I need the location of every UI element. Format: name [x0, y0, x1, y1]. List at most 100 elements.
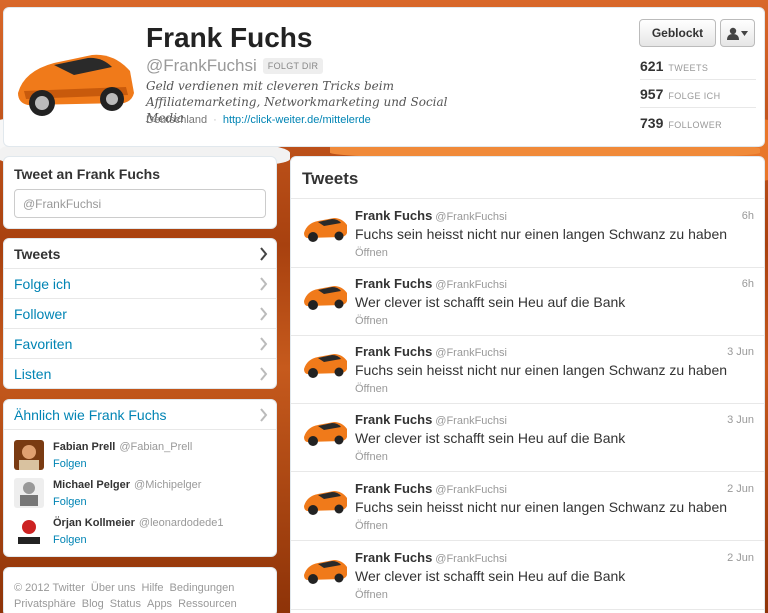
tweet-open-link[interactable]: Öffnen: [355, 451, 388, 463]
tweet-to-box: Tweet an Frank Fuchs: [3, 156, 277, 229]
tweet-avatar[interactable]: [302, 213, 348, 245]
footer-link-blog[interactable]: Blog: [82, 598, 104, 610]
tweet-item[interactable]: Frank Fuchs @FrankFuchsi 3 Jun Wer clever…: [291, 403, 764, 472]
footer: © 2012 Twitter Über uns Hilfe Bedingunge…: [3, 567, 277, 613]
tweet-item[interactable]: Frank Fuchs @FrankFuchsi 2 Jun Fuchs sein…: [291, 472, 764, 541]
similar-user-handle: @Michipelger: [134, 479, 202, 491]
nav-item-label: Favoriten: [14, 335, 73, 352]
profile-location: Deutschland: [146, 114, 208, 126]
tweet-timestamp[interactable]: 2 Jun: [727, 552, 754, 564]
tweet-avatar[interactable]: [302, 349, 348, 381]
similar-user-name: Fabian Prell: [53, 441, 116, 453]
footer-link-terms[interactable]: Bedingungen: [170, 582, 235, 594]
follows-you-badge: FOLGT DIR: [262, 58, 324, 74]
tweet-open-link[interactable]: Öffnen: [355, 520, 388, 532]
follow-link[interactable]: Folgen: [53, 534, 87, 546]
tweet-author-handle: @FrankFuchsi: [435, 347, 507, 359]
stat-tweets[interactable]: 621 TWEETS: [640, 52, 756, 80]
tweet-author-row: Frank Fuchs @FrankFuchsi: [355, 481, 507, 496]
tweet-timestamp[interactable]: 6h: [742, 210, 754, 222]
stat-value: 957: [640, 86, 664, 102]
divider: [640, 107, 756, 108]
tweet-avatar[interactable]: [302, 555, 348, 587]
tweet-open-link[interactable]: Öffnen: [355, 247, 388, 259]
tweet-text: Fuchs sein heisst nicht nur einen langen…: [355, 362, 728, 378]
nav-item-label: Listen: [14, 366, 52, 382]
nav-item-following[interactable]: Folge ich: [4, 269, 276, 299]
similar-user-name: Örjan Kollmeier: [53, 517, 135, 529]
tweet-text: Fuchs sein heisst nicht nur einen langen…: [355, 499, 728, 515]
tweet-author-handle: @FrankFuchsi: [435, 553, 507, 565]
footer-link-privacy[interactable]: Privatsphäre: [14, 598, 76, 610]
tweet-author-row: Frank Fuchs @FrankFuchsi: [355, 276, 507, 291]
tweet-author-name[interactable]: Frank Fuchs: [355, 481, 432, 496]
tweet-item[interactable]: Frank Fuchs @FrankFuchsi 2 Jun Wer clever…: [291, 541, 764, 610]
tweet-timestamp[interactable]: 3 Jun: [727, 346, 754, 358]
chevron-right-icon: [260, 277, 268, 291]
tweet-avatar[interactable]: [302, 281, 348, 313]
stat-followers[interactable]: 739 FOLLOWER: [640, 109, 756, 137]
similar-users-title[interactable]: Ähnlich wie Frank Fuchs: [4, 400, 276, 430]
tweet-item[interactable]: Frank Fuchs @FrankFuchsi 6h Wer clever is…: [291, 267, 764, 336]
footer-link-help[interactable]: Hilfe: [142, 582, 164, 594]
tweet-author-name[interactable]: Frank Fuchs: [355, 412, 432, 427]
tweet-author-name[interactable]: Frank Fuchs: [355, 550, 432, 565]
tweets-stream: Tweets Frank Fuchs @FrankFuchsi 6h Fuchs …: [290, 156, 765, 613]
tweet-open-link[interactable]: Öffnen: [355, 383, 388, 395]
similar-user-name-row[interactable]: Michael Pelger @Michipelger: [53, 479, 201, 491]
user-avatar[interactable]: [14, 478, 44, 508]
tweet-item[interactable]: Frank Fuchs @FrankFuchsi 6h Fuchs sein he…: [291, 199, 764, 268]
profile-avatar[interactable]: [14, 41, 136, 123]
similar-user: Örjan Kollmeier @leonardodede1 Folgen: [14, 516, 274, 550]
nav-item-label: Folge ich: [14, 275, 71, 292]
tweet-author-name[interactable]: Frank Fuchs: [355, 208, 432, 223]
footer-link-about[interactable]: Über uns: [91, 582, 136, 594]
nav-item-label: Follower: [14, 305, 67, 322]
footer-links-row: Privatsphäre Blog Status Apps Ressourcen: [14, 598, 237, 610]
footer-link-resources[interactable]: Ressourcen: [178, 598, 237, 610]
user-avatar[interactable]: [14, 440, 44, 470]
tweet-avatar[interactable]: [302, 417, 348, 449]
similar-user-handle: @Fabian_Prell: [119, 441, 193, 453]
similar-user-name-row[interactable]: Fabian Prell @Fabian_Prell: [53, 441, 192, 453]
stat-following[interactable]: 957 FOLGE ICH: [640, 80, 756, 108]
similar-user: Michael Pelger @Michipelger Folgen: [14, 478, 274, 512]
tweet-text: Wer clever ist schafft sein Heu auf die …: [355, 294, 626, 310]
tweet-avatar[interactable]: [302, 486, 348, 518]
tweet-author-name[interactable]: Frank Fuchs: [355, 344, 432, 359]
tweet-timestamp[interactable]: 3 Jun: [727, 414, 754, 426]
similar-user: Fabian Prell @Fabian_Prell Folgen: [14, 440, 274, 474]
tweet-text: Wer clever ist schafft sein Heu auf die …: [355, 430, 626, 446]
stat-label: FOLLOWER: [668, 120, 723, 130]
profile-handle-row: @FrankFuchsi FOLGT DIR: [146, 56, 324, 76]
separator: ·: [213, 114, 217, 126]
tweet-author-handle: @FrankFuchsi: [435, 279, 507, 291]
follow-link[interactable]: Folgen: [53, 496, 87, 508]
tweet-author-row: Frank Fuchs @FrankFuchsi: [355, 344, 507, 359]
nav-item-followers[interactable]: Follower: [4, 299, 276, 329]
tweet-timestamp[interactable]: 2 Jun: [727, 483, 754, 495]
user-actions-button[interactable]: [720, 19, 755, 47]
profile-nav: Tweets Folge ich Follower Favoriten List…: [3, 238, 277, 389]
user-avatar[interactable]: [14, 516, 44, 546]
tweet-open-link[interactable]: Öffnen: [355, 589, 388, 601]
profile-url-link[interactable]: http://click-weiter.de/mittelerde: [223, 114, 371, 126]
profile-header: Frank Fuchs @FrankFuchsi FOLGT DIR Geld …: [3, 7, 765, 147]
nav-item-tweets[interactable]: Tweets: [4, 239, 276, 269]
footer-link-status[interactable]: Status: [110, 598, 141, 610]
tweet-item[interactable]: Frank Fuchs @FrankFuchsi 3 Jun Fuchs sein…: [291, 335, 764, 404]
profile-meta: Deutschland · http://click-weiter.de/mit…: [146, 114, 371, 126]
tweet-open-link[interactable]: Öffnen: [355, 315, 388, 327]
tweet-author-name[interactable]: Frank Fuchs: [355, 276, 432, 291]
similar-user-name-row[interactable]: Örjan Kollmeier @leonardodede1: [53, 517, 224, 529]
chevron-right-icon: [260, 367, 268, 381]
tweet-timestamp[interactable]: 6h: [742, 278, 754, 290]
blocked-button[interactable]: Geblockt: [639, 19, 716, 47]
similar-user-name: Michael Pelger: [53, 479, 131, 491]
nav-item-lists[interactable]: Listen: [4, 359, 276, 388]
stat-label: FOLGE ICH: [668, 91, 721, 101]
footer-link-apps[interactable]: Apps: [147, 598, 172, 610]
tweet-to-input[interactable]: [14, 189, 266, 218]
nav-item-favorites[interactable]: Favoriten: [4, 329, 276, 359]
follow-link[interactable]: Folgen: [53, 458, 87, 470]
